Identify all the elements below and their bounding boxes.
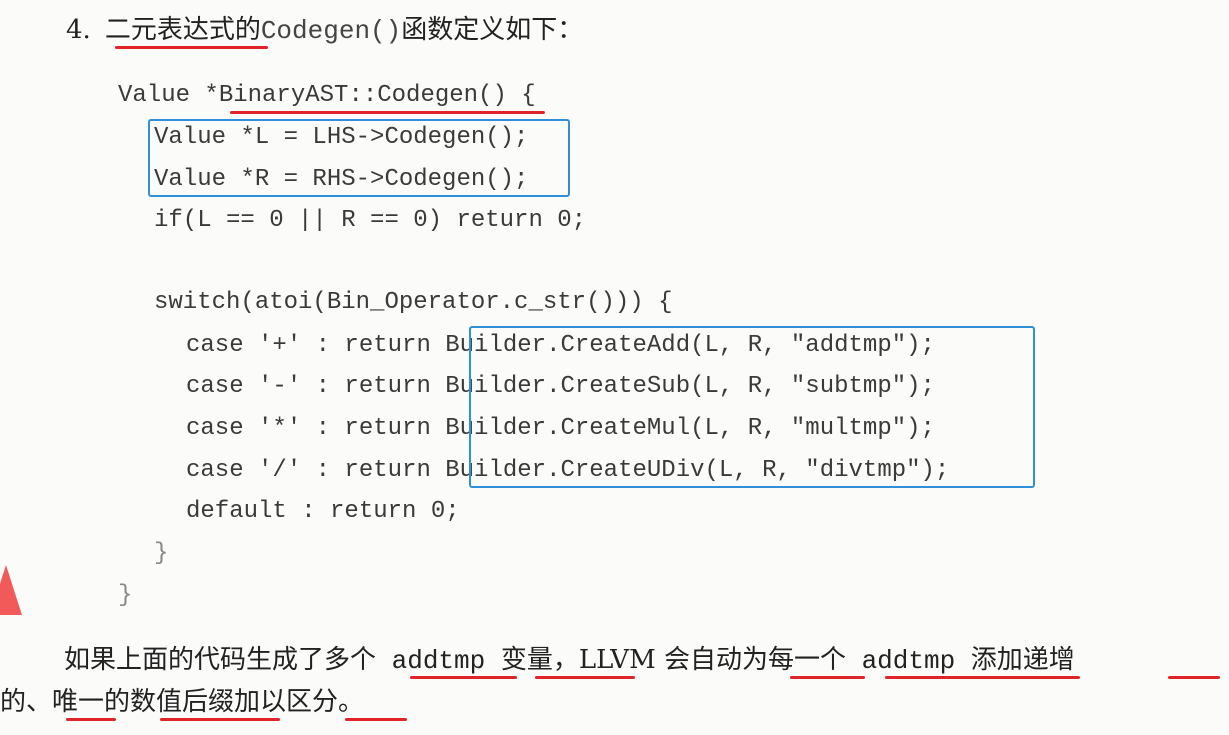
code-outer-close-brace: } [118,582,133,609]
underline-auto [790,676,865,679]
code-line-null-check: if(L == 0 || R == 0) return 0; [154,207,587,234]
para-text-a: 如果上面的代码生成了多个 [64,645,377,675]
para-code-addtmp-2: addtmp [845,646,971,676]
heading-code: Codegen() [260,16,402,46]
case-sub-prefix: case '-' : return [186,373,446,400]
code-line-signature: Value *BinaryAST::Codegen() { [118,82,536,109]
underline-increment [1168,676,1220,679]
item-number: 4. [66,15,91,45]
paragraph-line-1: 如果上面的代码生成了多个 addtmp 变量，LLVM 会自动为每一个 addt… [64,640,1075,681]
document-page: 4. 二元表达式的Codegen()函数定义如下： Value *BinaryAS… [0,0,1229,735]
case-div-prefix: case '/' : return [186,457,446,484]
heading-prefix: 二元表达式的 [104,15,261,45]
section-heading: 4. 二元表达式的Codegen()函数定义如下： [66,10,583,50]
para-text-c: 添加递增 [970,645,1075,675]
underline-numeric-suffix [160,718,280,721]
case-add-prefix: case '+' : return [186,332,446,359]
underline-distinguish [345,718,407,721]
code-inner-close-brace: } [154,540,169,567]
heading-suffix: 函数定义如下： [401,15,584,45]
para-text-b: 变量，LLVM 会自动为每一个 [500,645,846,675]
highlight-box-operands [148,119,570,197]
underline-each-one [885,676,1080,679]
underline-variable [535,676,635,679]
underline-multiple [410,676,517,679]
underline-heading-term [115,46,268,49]
paragraph-line-2: 的、唯一的数值后缀加以区分。 [0,687,365,717]
code-line-default: default : return 0; [186,498,460,525]
underline-codegen-signature [230,111,545,114]
underline-unique [66,718,116,721]
para-code-addtmp-1: addtmp [376,646,501,676]
case-mul-prefix: case '*' : return [186,415,446,442]
code-line-switch: switch(atoi(Bin_Operator.c_str())) { [154,289,673,316]
red-arrow-icon [0,565,22,615]
highlight-box-builder-calls [469,326,1035,488]
